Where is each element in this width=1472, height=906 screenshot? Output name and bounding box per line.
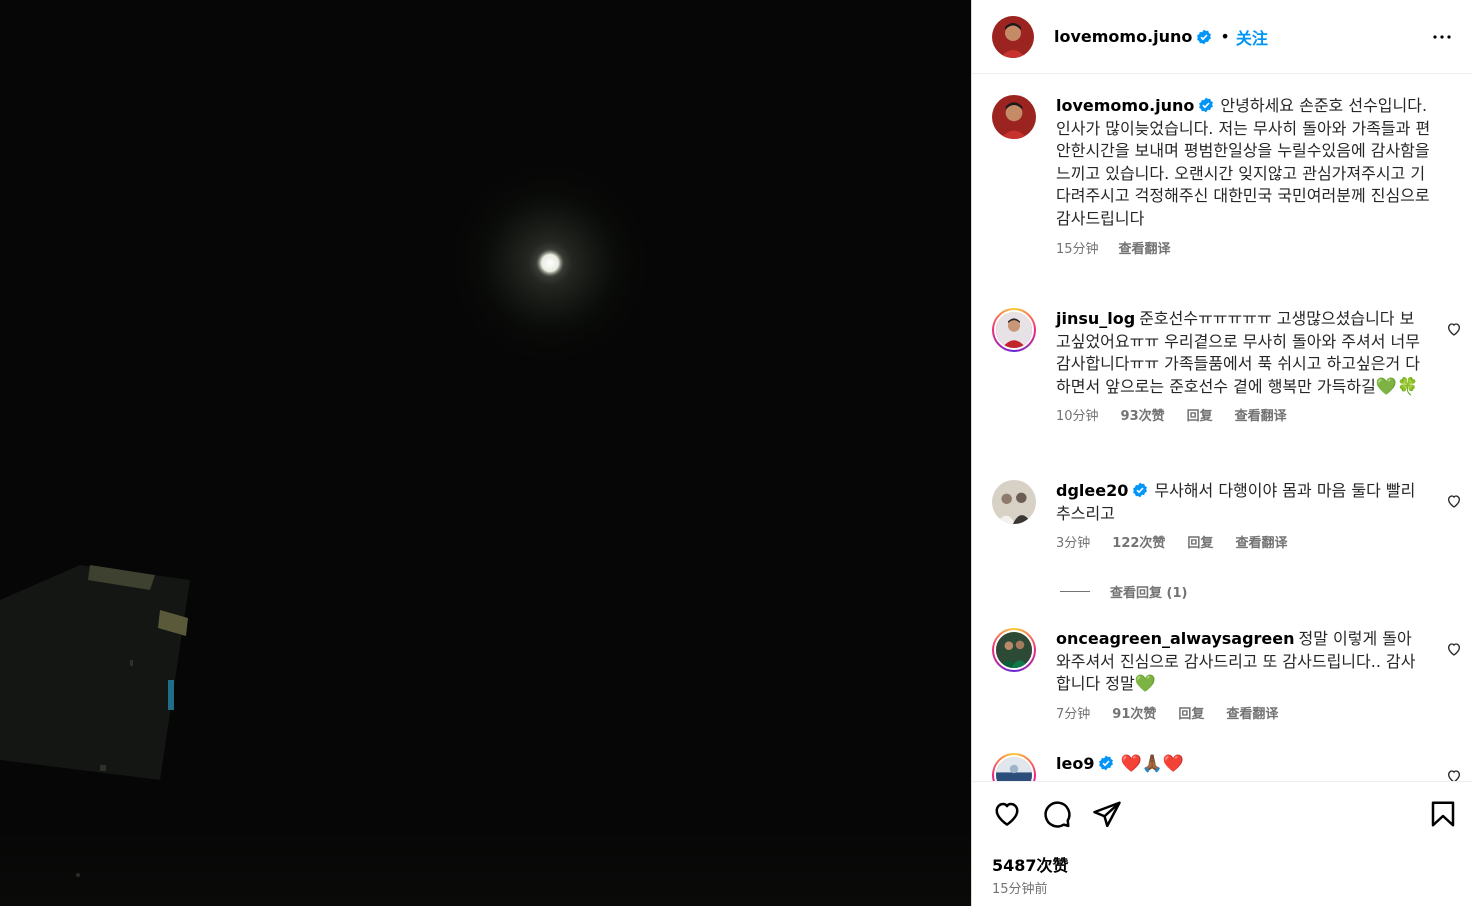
save-icon[interactable] xyxy=(1428,799,1458,829)
see-translation-link[interactable]: 查看翻译 xyxy=(1235,533,1287,556)
comment-emoji: 💚🍀 xyxy=(1375,376,1419,397)
comment-likes[interactable]: 122次赞 xyxy=(1112,533,1165,556)
action-bar xyxy=(992,796,1458,832)
post-dialog: lovemomo.juno • 关注 lovemomo.juno 안녕하세요 손준… xyxy=(0,0,1472,906)
reply-button[interactable]: 回复 xyxy=(1187,406,1213,429)
comments-list[interactable]: lovemomo.juno 안녕하세요 손준호 선수입니다. 인사가 많이늦었습니… xyxy=(972,75,1472,781)
see-translation-link[interactable]: 查看翻译 xyxy=(1235,406,1287,429)
comment-icon[interactable] xyxy=(1042,799,1072,829)
view-replies-button[interactable]: 查看回复 (1) xyxy=(1060,582,1187,601)
commenter-avatar[interactable] xyxy=(992,628,1036,672)
verified-icon xyxy=(1133,482,1148,498)
replies-divider-line xyxy=(1060,591,1090,592)
comment-like-heart-icon[interactable] xyxy=(1446,768,1462,781)
author-username[interactable]: lovemomo.juno xyxy=(1054,27,1192,46)
caption-time: 15分钟 xyxy=(1056,241,1099,257)
more-icon[interactable] xyxy=(1430,25,1454,49)
comment-item: dglee20 무사해서 다행이야 몸과 마음 둘다 빨리 추스리고 3分钟 12… xyxy=(992,480,1462,556)
comment-time: 7分钟 xyxy=(1056,706,1091,722)
comment-username[interactable]: jinsu_log xyxy=(1056,309,1135,328)
reply-button[interactable]: 回复 xyxy=(1178,704,1204,727)
comment-username[interactable]: leo9 xyxy=(1056,754,1094,773)
commenter-avatar[interactable] xyxy=(992,480,1036,524)
caption: lovemomo.juno 안녕하세요 손준호 선수입니다. 인사가 많이늦었습니… xyxy=(992,95,1462,261)
post-time: 15分钟前 xyxy=(992,882,1048,897)
see-translation-link[interactable]: 查看翻译 xyxy=(1119,239,1171,262)
comment-item: onceagreen_alwaysagreen 정말 이렇게 돌아와주셔서 진심으… xyxy=(992,628,1462,726)
reply-button[interactable]: 回复 xyxy=(1187,533,1213,556)
commenter-avatar[interactable] xyxy=(992,308,1036,352)
comment-item: jinsu_log 준호선수ㅠㅠㅠㅠㅠ 고생많으셨습니다 보고싶었어요ㅠㅠ 우리곁… xyxy=(992,308,1462,429)
comment-username[interactable]: dglee20 xyxy=(1056,481,1128,500)
commenter-avatar[interactable] xyxy=(992,753,1036,781)
author-avatar[interactable] xyxy=(992,95,1036,139)
comment-like-heart-icon[interactable] xyxy=(1446,493,1462,509)
verified-icon xyxy=(1099,755,1114,771)
comment-time: 3分钟 xyxy=(1056,536,1091,552)
comment-username[interactable]: onceagreen_alwaysagreen xyxy=(1056,629,1295,648)
follow-button[interactable]: 关注 xyxy=(1236,25,1268,49)
comment-likes[interactable]: 93次赞 xyxy=(1121,406,1165,429)
verified-icon xyxy=(1199,97,1214,113)
comment-time: 10分钟 xyxy=(1056,409,1099,425)
caption-text: 안녕하세요 손준호 선수입니다. 인사가 많이늦었습니다. 저는 무사히 돌아와… xyxy=(1056,96,1431,228)
share-icon[interactable] xyxy=(1092,799,1122,829)
night-moon-image xyxy=(0,0,971,906)
author-avatar[interactable] xyxy=(992,15,1034,58)
post-photo[interactable] xyxy=(0,0,971,906)
comment-likes[interactable]: 91次赞 xyxy=(1112,704,1156,727)
verified-icon xyxy=(1197,29,1212,44)
caption-username[interactable]: lovemomo.juno xyxy=(1056,96,1194,115)
comment-like-heart-icon[interactable] xyxy=(1446,321,1462,337)
post-likes-count[interactable]: 5487次赞 xyxy=(992,852,1069,876)
heart-icon[interactable] xyxy=(992,799,1022,829)
comment-emoji: ❤️🙏🏾❤️ xyxy=(1120,754,1184,774)
see-translation-link[interactable]: 查看翻译 xyxy=(1226,704,1278,727)
post-actions: 5487次赞 15分钟前 xyxy=(972,781,1472,906)
comment-emoji: 💚 xyxy=(1134,674,1156,695)
comment-item: leo9 ❤️🙏🏾❤️ xyxy=(992,753,1462,781)
view-replies-label: 查看回复 (1) xyxy=(1110,586,1188,601)
post-side-panel: lovemomo.juno • 关注 lovemomo.juno 안녕하세요 손준… xyxy=(971,0,1472,906)
comment-like-heart-icon[interactable] xyxy=(1446,641,1462,657)
separator-dot: • xyxy=(1220,27,1230,46)
post-header: lovemomo.juno • 关注 xyxy=(972,0,1472,74)
